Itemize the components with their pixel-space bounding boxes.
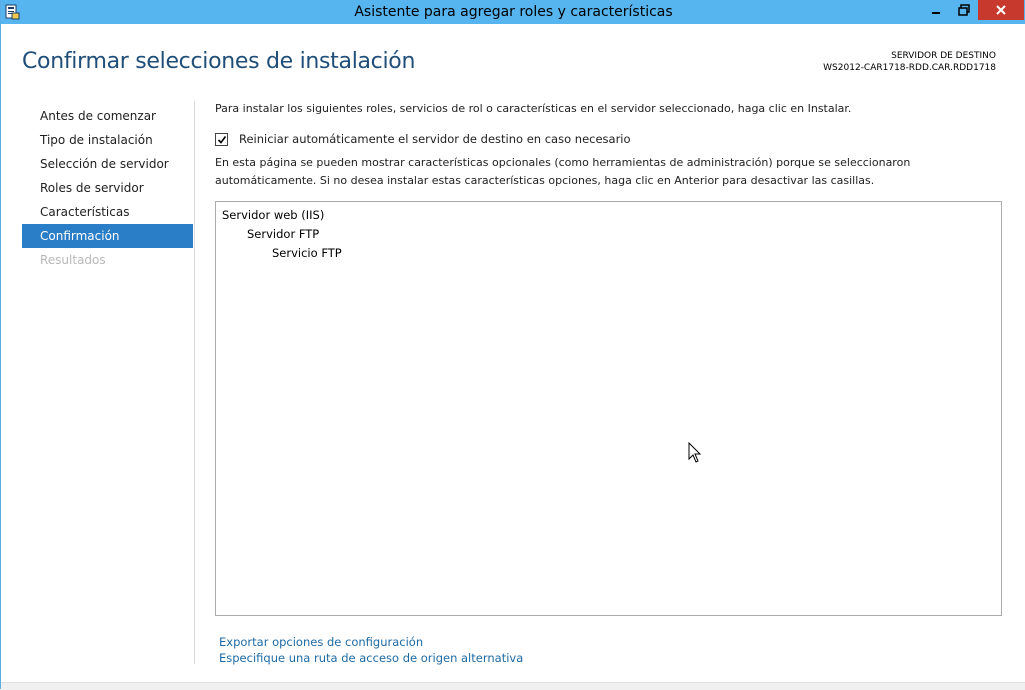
main-panel: Para instalar los siguientes roles, serv… bbox=[215, 102, 1005, 187]
selections-list[interactable]: Servidor web (IIS) Servidor FTP Servicio… bbox=[215, 201, 1002, 616]
restart-checkbox-row[interactable]: Reiniciar automáticamente el servidor de… bbox=[215, 132, 631, 146]
wizard-window: Asistente para agregar roles y caracterí… bbox=[0, 0, 1025, 690]
close-icon bbox=[995, 1, 1007, 20]
list-item-servidor-web: Servidor web (IIS) bbox=[222, 208, 325, 222]
title-bar[interactable]: Asistente para agregar roles y caracterí… bbox=[1, 0, 1025, 24]
nav-step-caracteristicas[interactable]: Características bbox=[22, 200, 193, 224]
mouse-pointer-icon bbox=[688, 441, 702, 464]
maximize-button[interactable] bbox=[951, 0, 977, 20]
nav-step-roles-de-servidor[interactable]: Roles de servidor bbox=[22, 176, 193, 200]
restart-checkbox[interactable] bbox=[215, 130, 228, 149]
wizard-steps-nav: Antes de comenzar Tipo de instalación Se… bbox=[22, 104, 193, 272]
nav-step-antes-de-comenzar[interactable]: Antes de comenzar bbox=[22, 104, 193, 128]
destination-server-info: SERVIDOR DE DESTINO WS2012-CAR1718-RDD.C… bbox=[823, 50, 996, 74]
list-item-servicio-ftp: Servicio FTP bbox=[272, 246, 342, 260]
alternate-source-path-link[interactable]: Especifique una ruta de acceso de origen… bbox=[219, 650, 523, 666]
maximize-icon bbox=[958, 1, 970, 20]
optional-features-note: En esta página se pueden mostrar caracte… bbox=[215, 156, 911, 187]
minimize-button[interactable] bbox=[923, 0, 949, 20]
close-button[interactable] bbox=[978, 0, 1024, 20]
minimize-icon bbox=[930, 1, 942, 20]
export-config-link[interactable]: Exportar opciones de configuración bbox=[219, 634, 523, 650]
wizard-content: Confirmar selecciones de instalación SER… bbox=[1, 24, 1025, 689]
nav-divider bbox=[194, 101, 195, 664]
list-item-servidor-ftp: Servidor FTP bbox=[247, 227, 320, 241]
window-title: Asistente para agregar roles y caracterí… bbox=[354, 4, 673, 20]
nav-step-resultados: Resultados bbox=[40, 253, 106, 267]
nav-step-tipo-de-instalacion[interactable]: Tipo de instalación bbox=[22, 128, 193, 152]
checkmark-icon bbox=[217, 130, 227, 149]
restart-checkbox-label[interactable]: Reiniciar automáticamente el servidor de… bbox=[239, 132, 631, 146]
destination-server-name: WS2012-CAR1718-RDD.CAR.RDD1718 bbox=[823, 63, 996, 73]
destination-label: SERVIDOR DE DESTINO bbox=[891, 51, 996, 61]
nav-step-seleccion-de-servidor[interactable]: Selección de servidor bbox=[22, 152, 193, 176]
page-title: Confirmar selecciones de instalación bbox=[22, 49, 416, 74]
links-area: Exportar opciones de configuración Espec… bbox=[219, 634, 523, 666]
intro-text: Para instalar los siguientes roles, serv… bbox=[215, 102, 852, 115]
nav-step-confirmacion[interactable]: Confirmación bbox=[22, 224, 193, 248]
